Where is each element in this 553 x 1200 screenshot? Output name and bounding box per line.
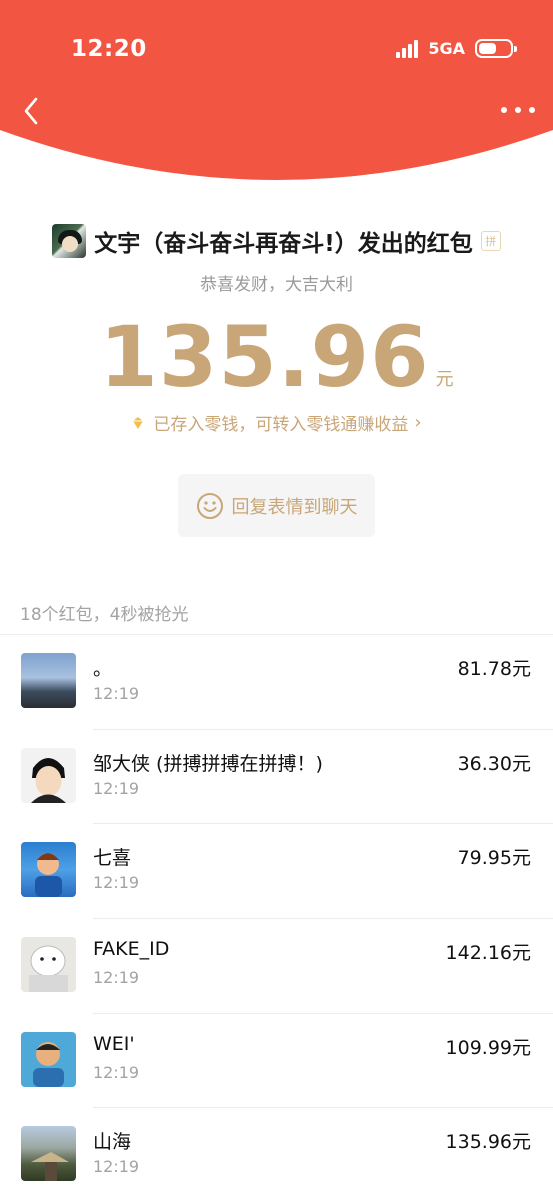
recipient-time: 12:19 [93, 1062, 140, 1082]
list-item[interactable]: 。 12:19 81.78元 [0, 635, 553, 730]
status-time: 12:20 [71, 36, 147, 62]
sender-row: 文宇（奋斗奋斗再奋斗!）发出的红包 拼 [0, 224, 553, 258]
avatar[interactable] [21, 1126, 76, 1182]
avatar[interactable] [21, 747, 76, 803]
recipient-time: 12:19 [93, 684, 140, 703]
sender-avatar[interactable] [52, 224, 87, 258]
amount-unit: 元 [435, 369, 454, 390]
list-item[interactable]: 山海 12:19 135.96元 [0, 1108, 553, 1200]
signal-icon [396, 38, 419, 58]
recipient-time: 12:19 [93, 968, 140, 988]
reply-button-label: 回复表情到聊天 [231, 496, 358, 518]
recipient-name: FAKE_ID [93, 938, 170, 961]
more-options-button[interactable] [501, 96, 535, 124]
recipient-amount: 81.78元 [457, 658, 531, 680]
recipient-time: 12:19 [93, 1157, 140, 1177]
more-dot [515, 107, 521, 113]
deposit-link[interactable]: 已存入零钱，可转入零钱通赚收益 › [0, 410, 553, 435]
chevron-right-icon: › [414, 412, 422, 433]
avatar[interactable] [21, 937, 76, 993]
more-dot [529, 107, 535, 113]
list-item[interactable]: WEI' 12:19 109.99元 [0, 1014, 553, 1109]
recipient-amount: 142.16元 [445, 942, 531, 965]
recipient-time: 12:19 [93, 778, 140, 798]
red-envelope-header: 12:20 5GA [0, 0, 553, 185]
recipient-list: 。 12:19 81.78元 邹大侠 (拼搏拼搏在拼搏！) 12:19 36.3… [0, 635, 553, 1200]
pin-icon: 拼 [480, 231, 501, 251]
sender-title: 文宇（奋斗奋斗再奋斗!）发出的红包 [94, 231, 473, 257]
recipient-amount: 135.96元 [445, 1131, 531, 1154]
recipient-name: 。 [93, 658, 113, 680]
recipient-amount: 79.95元 [457, 847, 531, 870]
avatar[interactable] [21, 842, 76, 898]
list-item[interactable]: FAKE_ID 12:19 142.16元 [0, 919, 553, 1014]
list-item[interactable]: 邹大侠 (拼搏拼搏在拼搏！) 12:19 36.30元 [0, 730, 553, 825]
battery-icon [475, 38, 517, 58]
deposit-link-label: 已存入零钱，可转入零钱通赚收益 [153, 415, 409, 435]
status-bar-right: 5GA [396, 38, 517, 58]
list-item[interactable]: 七喜 12:19 79.95元 [0, 824, 553, 920]
header-background [0, 0, 553, 180]
avatar[interactable] [21, 653, 76, 708]
smile-icon [196, 492, 223, 519]
recipient-name: WEI' [93, 1032, 135, 1055]
coin-icon [133, 416, 144, 429]
recipient-amount: 36.30元 [457, 752, 531, 775]
reply-sticker-button[interactable]: 回复表情到聊天 [178, 474, 375, 537]
recipient-name: 山海 [93, 1131, 132, 1154]
network-type: 5GA [428, 38, 465, 58]
recipient-name: 七喜 [93, 847, 132, 870]
recipient-amount: 109.99元 [445, 1036, 531, 1059]
amount-row: 135.96 元 [0, 315, 553, 399]
recipient-name: 邹大侠 (拼搏拼搏在拼搏！) [93, 752, 323, 775]
avatar[interactable] [21, 1031, 76, 1087]
received-amount: 135.96 [99, 308, 430, 406]
envelope-summary: 18个红包，4秒被抢光 [20, 605, 189, 625]
more-dots-icon [501, 107, 507, 113]
recipient-time: 12:19 [93, 873, 140, 893]
back-button[interactable] [18, 94, 46, 128]
greeting-text: 恭喜发财，大吉大利 [200, 275, 353, 295]
back-arrow-icon [24, 97, 38, 125]
